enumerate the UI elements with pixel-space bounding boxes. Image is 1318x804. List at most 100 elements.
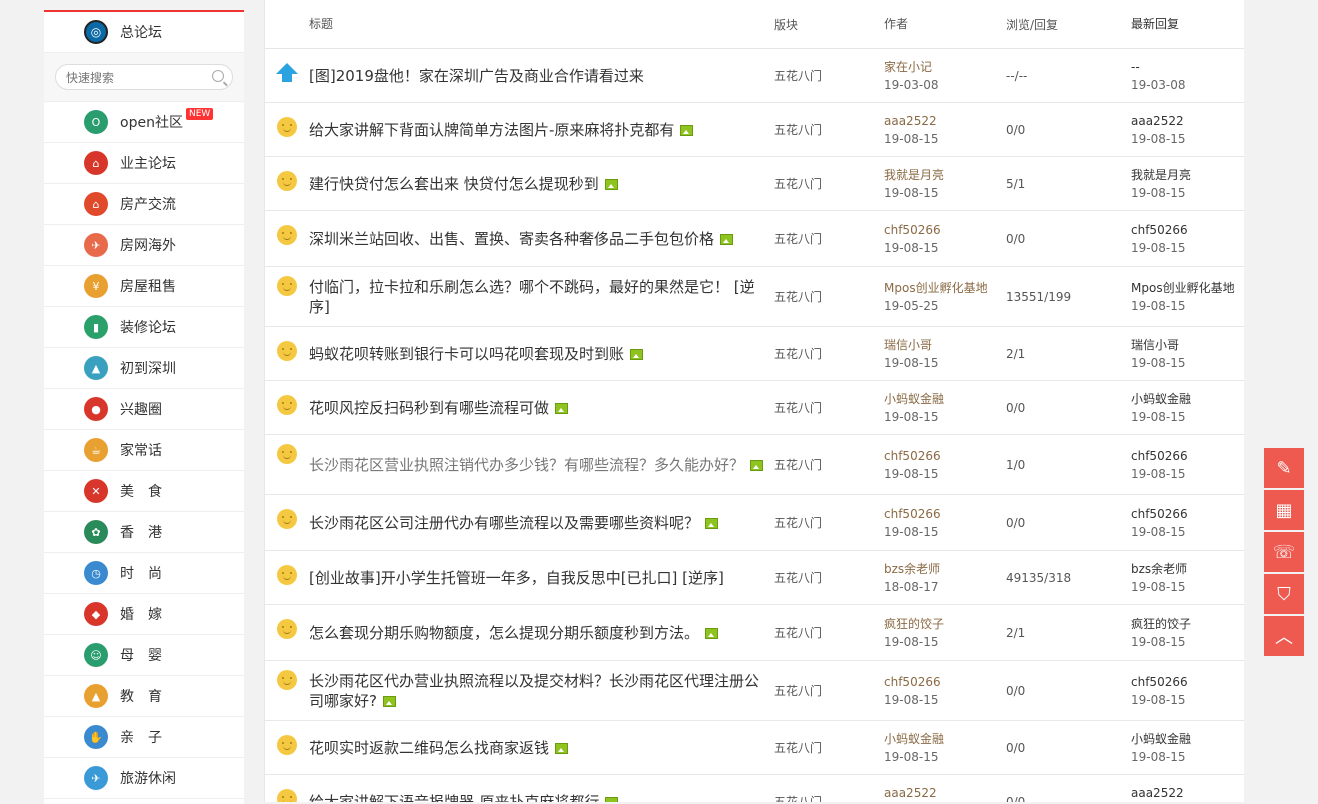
last-reply-user[interactable]: 小蚂蚁金融: [1131, 730, 1244, 748]
thread-title-link[interactable]: 花呗实时返款二维码怎么找商家返钱: [309, 739, 549, 757]
last-reply-user[interactable]: Mpos创业孵化基地: [1131, 279, 1244, 297]
thread-title-link[interactable]: 建行快贷付怎么套出来 快贷付怎么提现秒到: [309, 175, 599, 193]
thread-title-link[interactable]: 深圳米兰站回收、出售、置换、寄卖各种奢侈品二手包包价格: [309, 230, 714, 248]
board-link[interactable]: 五花八门: [774, 793, 884, 802]
board-link[interactable]: 五花八门: [774, 288, 884, 305]
thread-title-link[interactable]: 给大家讲解下语音报牌器-原来扑克麻将都行: [309, 793, 599, 803]
sidebar-item[interactable]: ✋ 亲 子: [44, 717, 244, 758]
sidebar-item-label: 旅游休闲: [120, 771, 176, 787]
sidebar-item-label: 教 育: [120, 689, 162, 705]
sidebar-item[interactable]: ▮ 装修论坛: [44, 307, 244, 348]
board-link[interactable]: 五花八门: [774, 399, 884, 416]
sidebar-item[interactable]: ¥ 房屋租售: [44, 266, 244, 307]
forum-icon: ✈: [84, 233, 108, 257]
sidebar-item-label: 家常话: [120, 443, 162, 459]
sidebar-item[interactable]: ✕ 美 食: [44, 471, 244, 512]
author-link[interactable]: 小蚂蚁金融: [884, 390, 1006, 408]
table-row: 建行快贷付怎么套出来 快贷付怎么提现秒到 五花八门 我就是月亮 19-08-15…: [265, 157, 1244, 211]
thread-title-link[interactable]: 长沙雨花区代办营业执照流程以及提交材料？长沙雨花区代理注册公司哪家好?: [309, 672, 759, 710]
image-icon: [680, 124, 694, 136]
sidebar-head[interactable]: ◎ 总论坛: [44, 12, 244, 53]
forum-icon: ✿: [84, 520, 108, 544]
board-link[interactable]: 五花八门: [774, 456, 884, 473]
thread-title-link[interactable]: 给大家讲解下背面认牌简单方法图片-原来麻将扑克都有: [309, 121, 674, 139]
last-reply-user[interactable]: --: [1131, 58, 1244, 76]
sidebar-item[interactable]: ☺ 母 婴: [44, 635, 244, 676]
thread-title-link[interactable]: 蚂蚁花呗转账到银行卡可以吗花呗套现及时到账: [309, 345, 624, 363]
float-toolbar: ✎ ▦ ☏ ⛉ ︿: [1264, 448, 1304, 658]
last-reply-user[interactable]: aaa2522: [1131, 784, 1244, 802]
search-icon[interactable]: [212, 70, 224, 82]
sidebar-item[interactable]: O open社区 NEW: [44, 102, 244, 143]
last-reply-user[interactable]: chf50266: [1131, 673, 1244, 691]
sidebar-item[interactable]: ⌂ 房产交流: [44, 184, 244, 225]
board-link[interactable]: 五花八门: [774, 624, 884, 641]
author-link[interactable]: chf50266: [884, 447, 1006, 465]
sidebar-item[interactable]: ▲ 教 育: [44, 676, 244, 717]
last-reply-user[interactable]: 疯狂的饺子: [1131, 615, 1244, 633]
sidebar-item[interactable]: ⌂ 业主论坛: [44, 143, 244, 184]
last-reply-user[interactable]: 小蚂蚁金融: [1131, 390, 1244, 408]
last-reply-user[interactable]: chf50266: [1131, 221, 1244, 239]
sidebar-item[interactable]: ✈ 房网海外: [44, 225, 244, 266]
author-link[interactable]: 小蚂蚁金融: [884, 730, 1006, 748]
author-link[interactable]: aaa2522: [884, 784, 1006, 802]
thread-title-link[interactable]: 长沙雨花区公司注册代办有哪些流程以及需要哪些资料呢？: [309, 514, 699, 532]
image-icon: [720, 233, 734, 245]
board-link[interactable]: 五花八门: [774, 345, 884, 362]
sidebar-item[interactable]: ✿ 香 港: [44, 512, 244, 553]
image-icon: [382, 695, 396, 707]
sidebar-item[interactable]: ● 兴趣圈: [44, 389, 244, 430]
author-link[interactable]: chf50266: [884, 673, 1006, 691]
globe-icon: ◎: [84, 20, 108, 44]
author-link[interactable]: 瑞信小哥: [884, 336, 1006, 354]
board-link[interactable]: 五花八门: [774, 569, 884, 586]
author-link[interactable]: 疯狂的饺子: [884, 615, 1006, 633]
sidebar-item[interactable]: ◷ 时 尚: [44, 553, 244, 594]
thread-title-link[interactable]: 怎么套现分期乐购物额度，怎么提现分期乐额度秒到方法。: [309, 624, 699, 642]
board-link[interactable]: 五花八门: [774, 175, 884, 192]
thread-title-link[interactable]: 花呗风控反扫码秒到有哪些流程可做: [309, 399, 549, 417]
thread-title-link[interactable]: 长沙雨花区营业执照注销代办多少钱？有哪些流程？多久能办好？: [309, 456, 744, 474]
sidebar-item-label: 装修论坛: [120, 320, 176, 336]
last-reply-user[interactable]: chf50266: [1131, 505, 1244, 523]
author-link[interactable]: aaa2522: [884, 112, 1006, 130]
sidebar-item[interactable]: ☕ 家常话: [44, 430, 244, 471]
board-link[interactable]: 五花八门: [774, 682, 884, 699]
board-link[interactable]: 五花八门: [774, 230, 884, 247]
sidebar-item-label: 初到深圳: [120, 361, 176, 377]
thread-title-link[interactable]: 付临门，拉卡拉和乐刷怎么选？哪个不跳码，最好的果然是它！ [逆序]: [309, 278, 755, 316]
author-link[interactable]: chf50266: [884, 221, 1006, 239]
edit-button[interactable]: ✎: [1264, 448, 1304, 488]
author-date: 19-08-15: [884, 634, 939, 649]
author-link[interactable]: Mpos创业孵化基地: [884, 279, 1006, 297]
author-link[interactable]: 我就是月亮: [884, 166, 1006, 184]
back-to-top-button[interactable]: ︿: [1264, 616, 1304, 656]
last-reply-user[interactable]: bzs余老师: [1131, 560, 1244, 578]
sidebar-item[interactable]: ✈ 旅游休闲: [44, 758, 244, 799]
search-input[interactable]: [56, 65, 208, 91]
service-button[interactable]: ☏: [1264, 532, 1304, 572]
last-reply-user[interactable]: aaa2522: [1131, 112, 1244, 130]
last-reply-user[interactable]: 我就是月亮: [1131, 166, 1244, 184]
shield-button[interactable]: ⛉: [1264, 574, 1304, 614]
table-row: 给大家讲解下背面认牌简单方法图片-原来麻将扑克都有 五花八门 aaa2522 1…: [265, 103, 1244, 157]
author-date: 18-08-17: [884, 579, 939, 594]
last-reply-user[interactable]: chf50266: [1131, 447, 1244, 465]
qrcode-button[interactable]: ▦: [1264, 490, 1304, 530]
board-link[interactable]: 五花八门: [774, 67, 884, 84]
last-reply-date: 19-08-15: [1131, 240, 1186, 255]
author-link[interactable]: 家在小记: [884, 58, 1006, 76]
sidebar-item[interactable]: ◆ 婚 嫁: [44, 594, 244, 635]
thread-title-link[interactable]: [创业故事]开小学生托管班一年多，自我反思中[已扎口] [逆序]: [309, 569, 724, 587]
thread-title-link[interactable]: [图]2019盘他！家在深圳广告及商业合作请看过来: [309, 67, 644, 85]
sidebar-item[interactable]: ▲ 初到深圳: [44, 348, 244, 389]
sidebar-item-label: 房网海外: [120, 238, 176, 254]
author-link[interactable]: chf50266: [884, 505, 1006, 523]
last-reply-user[interactable]: 瑞信小哥: [1131, 336, 1244, 354]
board-link[interactable]: 五花八门: [774, 739, 884, 756]
sidebar-item-label: 母 婴: [120, 648, 162, 664]
board-link[interactable]: 五花八门: [774, 121, 884, 138]
author-link[interactable]: bzs余老师: [884, 560, 1006, 578]
board-link[interactable]: 五花八门: [774, 514, 884, 531]
